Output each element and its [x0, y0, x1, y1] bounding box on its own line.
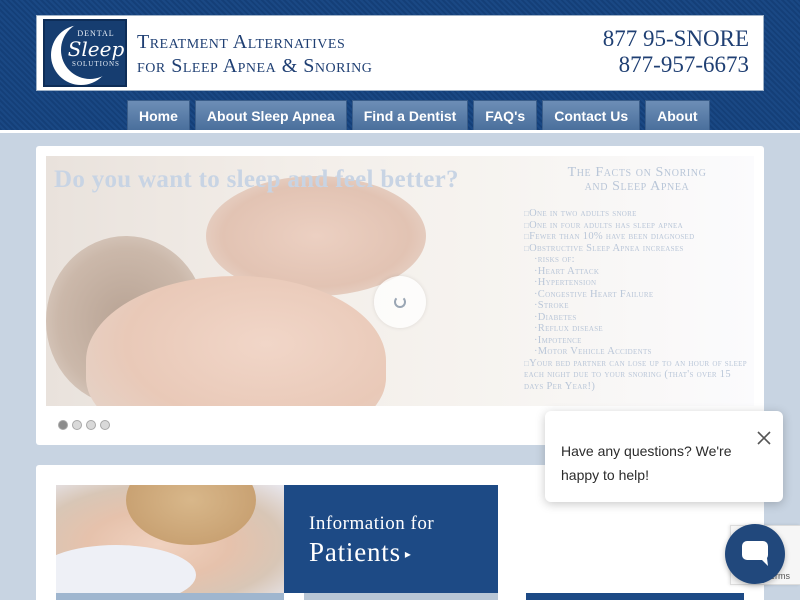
slide-image[interactable]: Do you want to sleep and feel better? Th…	[46, 156, 754, 406]
facts-list: One in two adults snore One in four adul…	[524, 208, 750, 392]
arrow-right-icon: ▸	[404, 547, 412, 562]
slider-dot-2[interactable]	[72, 420, 82, 430]
logo-line-3: SOLUTIONS	[72, 60, 120, 68]
banner-strip-left	[56, 593, 284, 600]
phone-numeric[interactable]: 877-957-6673	[603, 52, 749, 78]
hair-shape	[126, 485, 256, 545]
fact-item: One in four adults has sleep apnea	[524, 220, 750, 232]
patients-info-banner[interactable]: Information for Patients ▸	[56, 485, 498, 593]
facts-panel: The Facts on Snoring and Sleep Apnea One…	[524, 166, 750, 392]
fact-item: Obstructive Sleep Apnea increases	[524, 243, 750, 255]
patients-line-2: Patients ▸	[309, 537, 498, 568]
patients-line-1: Information for	[309, 513, 435, 534]
risk-item: Congestive Heart Failure	[524, 289, 750, 301]
tagline-line-1: Treatment Alternatives	[137, 31, 346, 53]
nav-item-faqs[interactable]: FAQ's	[473, 100, 538, 130]
nav-item-home[interactable]: Home	[127, 100, 190, 130]
risks-label: risks of:	[524, 254, 750, 266]
nav-item-about-sleep-apnea[interactable]: About Sleep Apnea	[194, 100, 347, 130]
sleeping-woman-photo	[56, 485, 284, 593]
facts-title-line-2: and Sleep Apnea	[584, 179, 690, 194]
banner-strip-right	[526, 593, 744, 600]
slider-dot-3[interactable]	[86, 420, 96, 430]
nav-item-contact-us[interactable]: Contact Us	[542, 100, 641, 130]
phone-numbers: 877 95-SNORE 877-957-6673	[603, 26, 749, 78]
risk-item: Impotence	[524, 335, 750, 347]
close-icon[interactable]	[755, 429, 773, 447]
chat-message: Have any questions? We're happy to help!	[561, 443, 732, 483]
slide-headline: Do you want to sleep and feel better?	[54, 166, 459, 193]
tagline-line-2: for Sleep Apnea & Snoring	[137, 55, 373, 77]
patients-panel: Information for Patients ▸	[284, 485, 498, 593]
slider-dot-4[interactable]	[100, 420, 110, 430]
facts-title: The Facts on Snoring and Sleep Apnea	[524, 166, 750, 194]
chat-bubble-icon	[742, 541, 768, 566]
logo-line-2: Sleep	[67, 37, 125, 61]
header-band: DENTAL Sleep SOLUTIONS Treatment Alterna…	[0, 0, 800, 133]
risk-item: Diabetes	[524, 312, 750, 324]
slider-pagination	[58, 420, 110, 430]
risk-item: Heart Attack	[524, 266, 750, 278]
fact-item: One in two adults snore	[524, 208, 750, 220]
patients-title: Patients	[309, 537, 401, 567]
site-tagline: Treatment Alternatives for Sleep Apnea &…	[137, 30, 497, 78]
pillow-shape	[56, 545, 196, 593]
risk-item: Reflux disease	[524, 323, 750, 335]
slider-dot-1[interactable]	[58, 420, 68, 430]
facts-title-line-1: The Facts on Snoring	[567, 165, 707, 180]
nav-item-find-a-dentist[interactable]: Find a Dentist	[351, 100, 469, 130]
chat-launcher-button[interactable]	[725, 524, 785, 584]
nav-item-about[interactable]: About	[645, 100, 710, 130]
chat-popup: Have any questions? We're happy to help!	[545, 411, 783, 502]
phone-vanity[interactable]: 877 95-SNORE	[603, 26, 749, 52]
risk-item: Stroke	[524, 300, 750, 312]
slide-loading-button[interactable]	[374, 276, 426, 328]
risk-item: Hypertension	[524, 277, 750, 289]
fact-item: Fewer than 10% have been diagnosed	[524, 231, 750, 243]
fact-item: Your bed partner can lose up to an hour …	[524, 358, 750, 393]
banner-strip-middle	[304, 593, 498, 600]
header-box: DENTAL Sleep SOLUTIONS Treatment Alterna…	[36, 15, 764, 91]
risk-item: Motor Vehicle Accidents	[524, 346, 750, 358]
hero-slider: Do you want to sleep and feel better? Th…	[36, 146, 764, 445]
loading-spinner-icon	[394, 296, 406, 308]
dental-sleep-solutions-logo[interactable]: DENTAL Sleep SOLUTIONS	[43, 19, 127, 87]
logo-text: DENTAL Sleep SOLUTIONS	[63, 29, 125, 68]
main-nav: Home About Sleep Apnea Find a Dentist FA…	[127, 100, 710, 130]
